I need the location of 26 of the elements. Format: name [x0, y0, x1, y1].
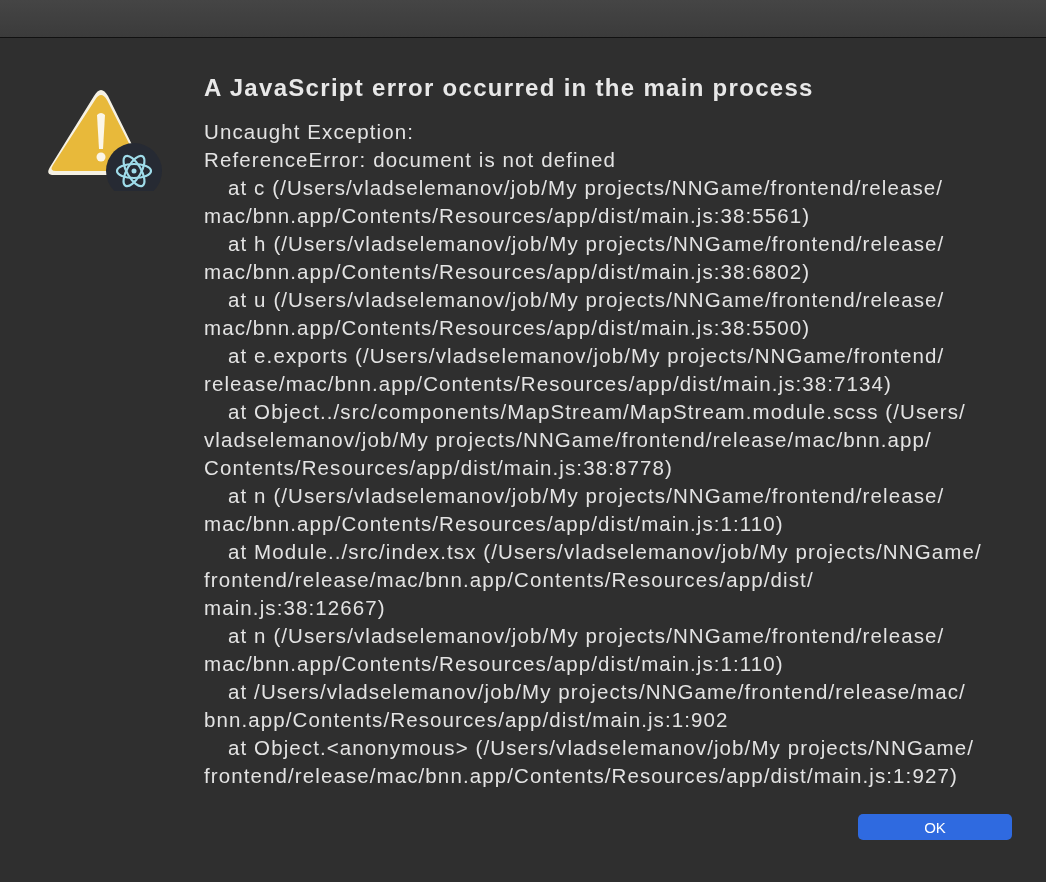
error-message-line: frontend/release/mac/bnn.app/Contents/Resources/app/dist/main.js:1:927) — [204, 763, 959, 789]
ok-button[interactable]: OK — [858, 814, 1012, 840]
error-message-line: at Module../src/index.tsx (/Users/vladselemanov/job/My projects/NNGame/ — [227, 539, 982, 565]
error-message-line: release/mac/bnn.app/Contents/Resources/app/dist/main.js:38:7134) — [204, 371, 894, 397]
error-message-line: at n (/Users/vladselemanov/job/My projects/NNGame/frontend/release/ — [227, 483, 946, 509]
error-message-line: at Object../src/components/MapStream/MapStream.module.scss (/Users/ — [227, 399, 967, 425]
error-message-line: Contents/Resources/app/dist/main.js:38:8778) — [204, 455, 674, 481]
error-message-line: mac/bnn.app/Contents/Resources/app/dist/main.js:38:6802) — [204, 259, 812, 285]
error-message-line: mac/bnn.app/Contents/Resources/app/dist/main.js:1:110) — [204, 511, 785, 537]
error-message-line: at h (/Users/vladselemanov/job/My projects/NNGame/frontend/release/ — [227, 231, 946, 257]
error-message-line: at n (/Users/vladselemanov/job/My projects/NNGame/frontend/release/ — [227, 623, 946, 649]
error-message-line: at /Users/vladselemanov/job/My projects/NNGame/frontend/release/mac/ — [227, 679, 967, 705]
error-message-line: bnn.app/Contents/Resources/app/dist/main.js:1:902 — [204, 707, 730, 733]
error-message-line: at Object.<anonymous> (/Users/vladselemanov/job/My projects/NNGame/ — [227, 735, 975, 761]
error-message-line: at c (/Users/vladselemanov/job/My projects/NNGame/frontend/release/ — [227, 175, 945, 201]
error-message-line: main.js:38:12667) — [204, 595, 387, 621]
error-message-line: mac/bnn.app/Contents/Resources/app/dist/main.js:38:5561) — [204, 203, 812, 229]
error-message-line: mac/bnn.app/Contents/Resources/app/dist/main.js:38:5500) — [204, 315, 812, 341]
error-message-line: Uncaught Exception: — [204, 119, 416, 145]
dialog-title: A JavaScript error occurred in the main process — [204, 73, 815, 103]
error-message-line: frontend/release/mac/bnn.app/Contents/Resources/app/dist/ — [204, 567, 815, 593]
error-message-line: ReferenceError: document is not defined — [204, 147, 618, 173]
error-message-line: mac/bnn.app/Contents/Resources/app/dist/main.js:1:110) — [204, 651, 785, 677]
error-message-line: at u (/Users/vladselemanov/job/My projects/NNGame/frontend/release/ — [227, 287, 946, 313]
error-message-line: vladselemanov/job/My projects/NNGame/frontend/release/mac/bnn.app/ — [204, 427, 933, 453]
error-message-line: at e.exports (/Users/vladselemanov/job/My projects/NNGame/frontend/ — [227, 343, 946, 369]
